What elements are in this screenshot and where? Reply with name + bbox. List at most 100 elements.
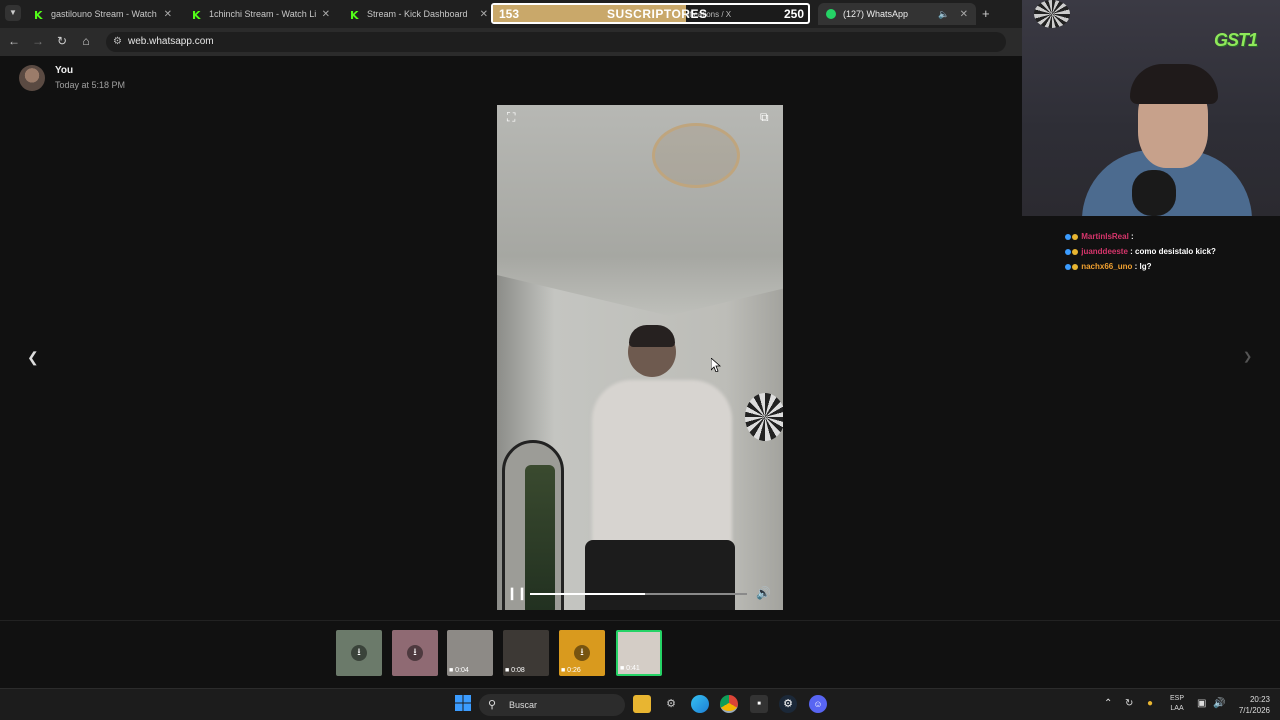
taskbar-clock[interactable]: 20:23 7/1/2026 [1230, 694, 1270, 716]
fullscreen-icon[interactable]: ⛶ [507, 110, 515, 125]
video-frame-person-legs [585, 540, 735, 610]
language-bottom: LAA [1170, 705, 1184, 712]
media-thumbnail[interactable]: ■ 0:08 [503, 630, 549, 676]
video-seek-bar[interactable] [530, 593, 747, 595]
chat-message: juanddeeste : como desistalo kick? [1065, 246, 1275, 261]
media-thumbnail[interactable]: ⭳ ■ 0:26 [559, 630, 605, 676]
chat-text: : como desistalo kick? [1127, 247, 1216, 256]
subscriber-count: 153 [499, 7, 520, 21]
search-icon: ⚲ [488, 699, 497, 711]
chat-message: nachx66_uno : lg? [1065, 261, 1275, 276]
whatsapp-icon [826, 9, 836, 19]
volume-icon[interactable]: 🔊 [756, 586, 771, 600]
subscriber-goal-bar: ifications / X 153 SUSCRIPTORES 250 [491, 3, 810, 24]
close-icon[interactable]: ✕ [480, 9, 488, 20]
webcam-dartboard [1034, 0, 1070, 28]
forward-icon[interactable]: → [30, 34, 46, 48]
media-thumbnail[interactable]: ■ 0:04 [447, 630, 493, 676]
clock-time: 20:23 [1249, 695, 1270, 704]
home-icon[interactable]: ⌂ [78, 34, 94, 48]
download-icon[interactable]: ⭳ [574, 645, 590, 661]
download-icon[interactable]: ⭳ [407, 645, 423, 661]
show-hidden-icons-icon[interactable]: ⌃ [1104, 698, 1112, 709]
url-text: web.whatsapp.com [128, 36, 214, 47]
video-frame-person [592, 380, 732, 550]
language-indicator[interactable]: ESP LAA [1170, 694, 1184, 714]
tab-label: 1chinchi Stream - Watch Live o [209, 9, 316, 19]
start-icon[interactable] [454, 695, 472, 713]
webcam-overlay: GST1 [1022, 0, 1280, 216]
chat-badge-icon [1072, 233, 1078, 240]
channel-logo: GST1 [1214, 30, 1258, 50]
sender-name: You [55, 65, 74, 76]
network-icon[interactable]: ▣ [1197, 698, 1206, 709]
pause-icon[interactable]: ❙❙ [507, 586, 527, 600]
close-icon[interactable]: ✕ [960, 9, 968, 20]
media-thumbnail[interactable]: ■ 0:41 [616, 630, 662, 676]
windows-taskbar: ⚲ Buscar ⚙ ■ ⚙ ☺ ⌃ ↻ ● ESP LAA ▣ 🔊 20:23… [0, 688, 1280, 720]
site-info-icon[interactable]: ⚙ [113, 32, 122, 52]
previous-media-icon[interactable]: ❮ [27, 349, 39, 366]
video-player[interactable] [497, 105, 783, 610]
message-timestamp: Today at 5:18 PM [55, 80, 126, 90]
steam-icon[interactable]: ⚙ [779, 695, 797, 713]
video-seek-progress [530, 593, 645, 595]
tab-gastilouno[interactable]: K gastilouno Stream - Watch Live ✕ [26, 3, 180, 25]
thumbnail-duration: ■ 0:41 [620, 665, 640, 672]
tab-1chinchi[interactable]: K 1chinchi Stream - Watch Live o ✕ [184, 3, 338, 25]
chat-text: : [1128, 232, 1134, 241]
microphone-icon[interactable]: ● [1147, 698, 1153, 709]
chat-username[interactable]: MartinIsReal [1079, 232, 1129, 241]
taskbar-search[interactable]: ⚲ Buscar [479, 694, 625, 716]
settings-icon[interactable]: ⚙ [662, 695, 680, 713]
kick-icon: K [34, 9, 43, 22]
download-icon[interactable]: ⭳ [351, 645, 367, 661]
back-icon[interactable]: ← [6, 34, 22, 48]
chat-username[interactable]: juanddeeste [1079, 247, 1128, 256]
address-bar[interactable]: ⚙ web.whatsapp.com [106, 32, 1006, 52]
edge-icon[interactable] [691, 695, 709, 713]
tab-search-button[interactable]: ▼ [5, 5, 21, 21]
language-top: ESP [1170, 695, 1185, 702]
kick-app-icon[interactable]: ■ [750, 695, 768, 713]
new-tab-button[interactable]: + [982, 6, 990, 21]
chat-username[interactable]: nachx66_uno [1079, 262, 1132, 271]
video-frame-lamp [652, 123, 740, 188]
chat-badge-icon [1065, 248, 1071, 255]
video-frame-plant [525, 465, 555, 610]
chat-badge-icon [1065, 233, 1071, 240]
kick-icon: K [350, 9, 359, 22]
reload-icon[interactable]: ↻ [54, 34, 70, 48]
tab-kick-dashboard[interactable]: K Stream - Kick Dashboard ✕ [342, 3, 496, 25]
media-thumbnail[interactable]: ⭳ [392, 630, 438, 676]
kick-icon: K [192, 9, 201, 22]
popout-icon[interactable]: ⧉ [760, 110, 769, 125]
search-label: Buscar [509, 700, 538, 710]
video-frame-dartboard [745, 393, 783, 441]
browser-toolbar: ← → ↻ ⌂ ⚙ web.whatsapp.com [0, 28, 1022, 56]
webcam-microphone [1132, 170, 1176, 216]
chat-text: : lg? [1132, 262, 1152, 271]
close-icon[interactable]: ✕ [322, 9, 330, 20]
subscriber-label: SUSCRIPTORES [607, 7, 708, 21]
chat-badge-icon [1065, 263, 1071, 270]
video-frame-person-hair [629, 325, 675, 347]
volume-tray-icon[interactable]: 🔊 [1213, 698, 1225, 709]
speaker-icon[interactable]: 🔈 [938, 9, 949, 20]
file-explorer-icon[interactable] [633, 695, 651, 713]
chat-message: MartinIsReal : [1065, 231, 1275, 246]
sync-icon[interactable]: ↻ [1125, 698, 1133, 709]
mouse-cursor-icon [711, 358, 721, 372]
next-media-icon[interactable]: ❯ [1243, 350, 1252, 363]
close-icon[interactable]: ✕ [164, 9, 172, 20]
tab-label: (127) WhatsApp [843, 9, 909, 19]
chat-badge-icon [1072, 263, 1078, 270]
chat-badge-icon [1072, 248, 1078, 255]
discord-icon[interactable]: ☺ [809, 695, 827, 713]
media-thumbnail[interactable]: ⭳ [336, 630, 382, 676]
avatar[interactable] [19, 65, 45, 91]
chrome-icon[interactable] [720, 695, 738, 713]
tab-label: gastilouno Stream - Watch Live [51, 9, 158, 19]
stream-chat-overlay: MartinIsReal : juanddeeste : como desist… [1065, 231, 1275, 276]
tab-whatsapp[interactable]: (127) WhatsApp 🔈 ✕ [818, 3, 976, 25]
